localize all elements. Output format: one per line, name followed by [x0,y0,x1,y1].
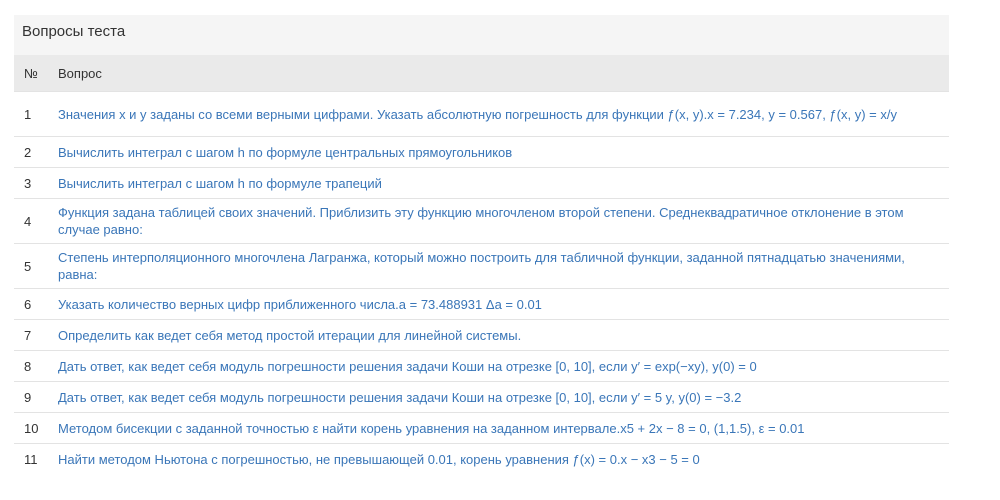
table-row[interactable]: 9 Дать ответ, как ведет себя модуль погр… [14,381,949,413]
row-number: 5 [14,243,44,289]
table-header: № Вопрос [14,55,949,92]
row-number: 7 [14,319,44,351]
row-number: 9 [14,381,44,413]
table-row[interactable]: 10 Методом бисекции с заданной точностью… [14,412,949,444]
column-header-number: № [14,55,44,92]
row-number: 10 [14,412,44,444]
question-link[interactable]: Вычислить интеграл с шагом h по формуле … [44,136,949,168]
table-row[interactable]: 8 Дать ответ, как ведет себя модуль погр… [14,350,949,382]
table-row[interactable]: 5 Степень интерполяционного многочлена Л… [14,243,949,289]
row-number: 8 [14,350,44,382]
table-row[interactable]: 11 Найти методом Ньютона с погрешностью,… [14,443,949,474]
row-number: 2 [14,136,44,168]
question-link[interactable]: Значения x и y заданы со всеми верными ц… [44,91,949,137]
question-link[interactable]: Степень интерполяционного многочлена Лаг… [44,243,949,289]
header-row: № Вопрос [14,55,949,92]
question-link[interactable]: Функция задана таблицей своих значений. … [44,198,949,244]
question-link[interactable]: Методом бисекции с заданной точностью ε … [44,412,949,444]
question-link[interactable]: Указать количество верных цифр приближен… [44,288,949,320]
panel-title: Вопросы теста [14,15,949,55]
column-header-question: Вопрос [44,55,949,92]
test-questions-panel: Вопросы теста № Вопрос 1 Значения x и y … [14,15,949,474]
question-link[interactable]: Вычислить интеграл с шагом h по формуле … [44,167,949,199]
question-link[interactable]: Определить как ведет себя метод простой … [44,319,949,351]
question-link[interactable]: Дать ответ, как ведет себя модуль погреш… [44,381,949,413]
table-row[interactable]: 7 Определить как ведет себя метод просто… [14,319,949,351]
row-number: 3 [14,167,44,199]
row-number: 6 [14,288,44,320]
table-row[interactable]: 3 Вычислить интеграл с шагом h по формул… [14,167,949,199]
question-link[interactable]: Дать ответ, как ведет себя модуль погреш… [44,350,949,382]
questions-table: № Вопрос 1 Значения x и y заданы со всем… [14,55,949,474]
table-row[interactable]: 1 Значения x и y заданы со всеми верными… [14,91,949,137]
table-row[interactable]: 2 Вычислить интеграл с шагом h по формул… [14,136,949,168]
question-link[interactable]: Найти методом Ньютона с погрешностью, не… [44,443,949,474]
table-row[interactable]: 4 Функция задана таблицей своих значений… [14,198,949,244]
row-number: 4 [14,198,44,244]
table-row[interactable]: 6 Указать количество верных цифр приближ… [14,288,949,320]
row-number: 1 [14,91,44,137]
table-body: 1 Значения x и y заданы со всеми верными… [14,91,949,474]
row-number: 11 [14,443,44,474]
